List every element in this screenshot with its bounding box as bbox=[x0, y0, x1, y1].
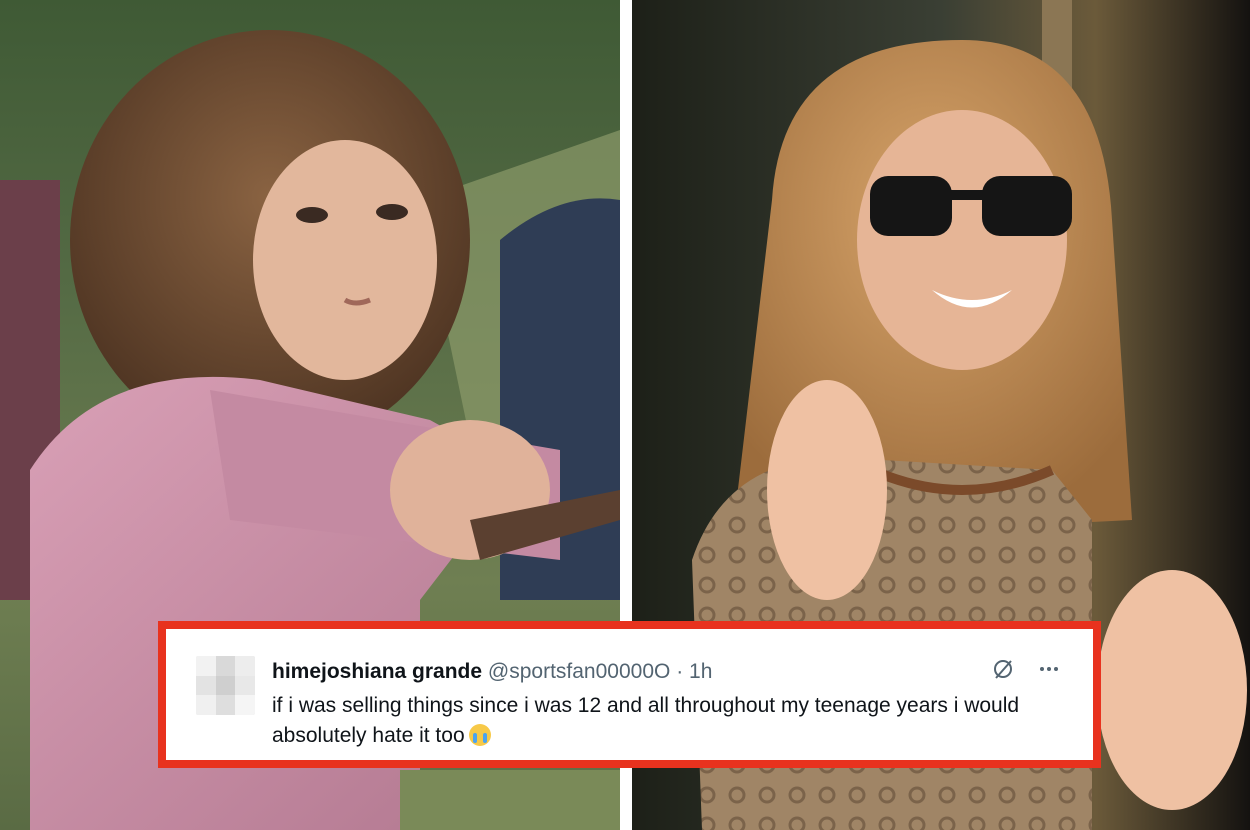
tweet-text: if i was selling things since i was 12 a… bbox=[272, 694, 1020, 747]
tweet-actions bbox=[989, 655, 1063, 683]
avatar[interactable] bbox=[196, 656, 255, 715]
user-handle[interactable]: @sportsfan00000O bbox=[488, 660, 670, 683]
display-name[interactable]: himejoshiana grande bbox=[272, 660, 482, 683]
tweet-header: himejoshiana grande @sportsfan00000O · 1… bbox=[272, 659, 712, 685]
timestamp[interactable]: 1h bbox=[689, 660, 712, 683]
more-options-icon[interactable] bbox=[1035, 655, 1063, 683]
tweet-card: himejoshiana grande @sportsfan00000O · 1… bbox=[166, 629, 1093, 760]
tweet-text-container: if i was selling things since i was 12 a… bbox=[272, 691, 1052, 751]
loudly-crying-face-icon bbox=[468, 724, 491, 746]
tweet-frame: himejoshiana grande @sportsfan00000O · 1… bbox=[158, 621, 1101, 768]
grok-icon[interactable] bbox=[989, 655, 1017, 683]
separator-dot: · bbox=[676, 660, 684, 683]
